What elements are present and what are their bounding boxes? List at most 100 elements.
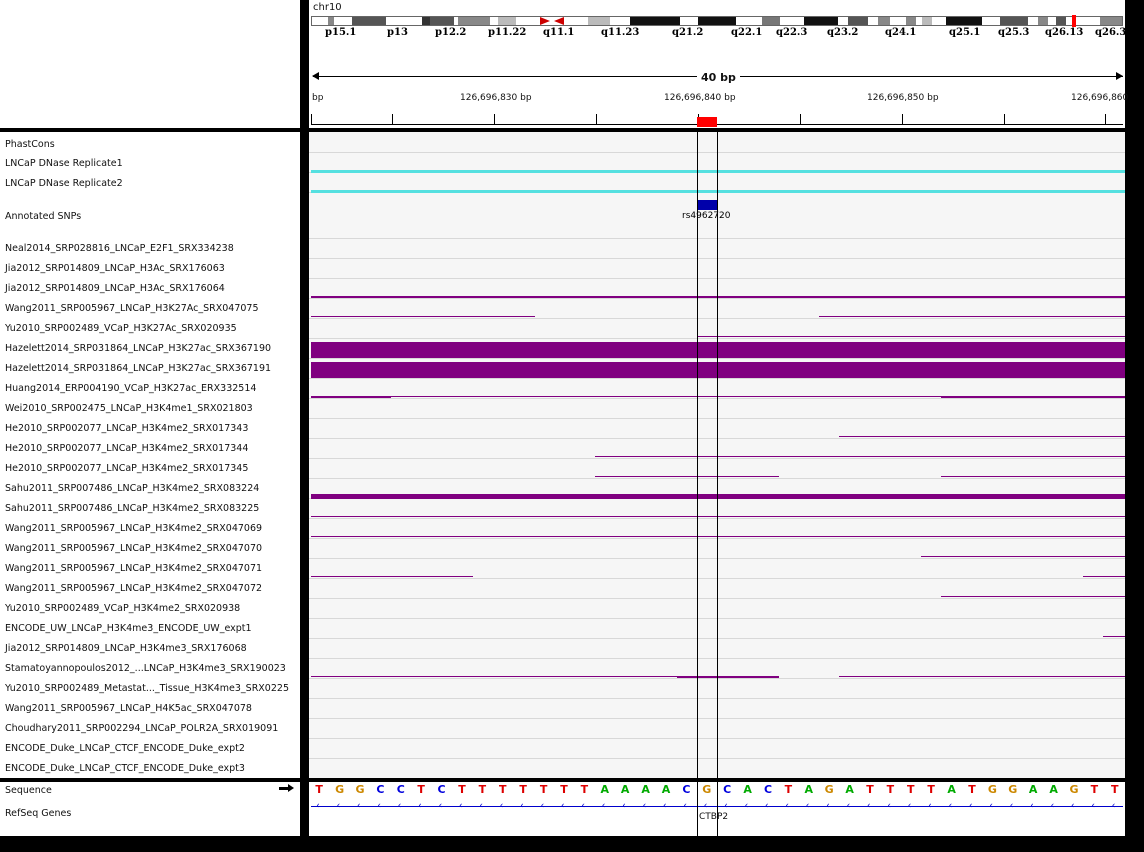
ideogram-band (762, 17, 780, 25)
track-label[interactable]: Wei2010_SRP002475_LNCaP_H3K4me1_SRX02180… (5, 403, 253, 414)
peak-signal[interactable] (311, 676, 677, 677)
sequence-base: G (1008, 783, 1018, 796)
selected-base-marker[interactable] (697, 117, 717, 127)
gene-label[interactable]: CTBP2 (699, 812, 728, 822)
peak-signal[interactable] (311, 362, 1125, 378)
peak-signal[interactable] (697, 336, 1125, 337)
peak-signal[interactable] (595, 456, 1125, 457)
peak-signal[interactable] (819, 396, 941, 397)
track-label[interactable]: He2010_SRP002077_LNCaP_H3K4me2_SRX017345 (5, 463, 248, 474)
track-label[interactable]: Jia2012_SRP014809_LNCaP_H3K4me3_SRX17606… (5, 643, 247, 654)
sequence-base: C (396, 783, 405, 796)
peak-signal[interactable] (311, 536, 1125, 537)
band-label: q22.1 (731, 27, 763, 38)
ideogram-band (698, 17, 736, 25)
snp-feature[interactable] (697, 200, 717, 210)
track-label[interactable]: Yu2010_SRP002489_VCaP_H3K27Ac_SRX020935 (5, 323, 237, 334)
ideogram-band (588, 17, 610, 25)
sequence-base: C (376, 783, 385, 796)
peak-signal[interactable] (677, 676, 779, 678)
peak-signal[interactable] (1083, 576, 1125, 577)
track-label[interactable]: Huang2014_ERP004190_VCaP_H3K27ac_ERX3325… (5, 383, 256, 394)
peak-signal[interactable] (941, 396, 1125, 398)
track-label[interactable]: Wang2011_SRP005967_LNCaP_H3K4me2_SRX0470… (5, 523, 262, 534)
sequence-base: C (723, 783, 732, 796)
ideogram-position-marker[interactable] (1072, 15, 1076, 27)
refseq-track-label[interactable]: RefSeq Genes (5, 808, 71, 819)
track-label[interactable]: Wang2011_SRP005967_LNCaP_H3K4me2_SRX0470… (5, 563, 262, 574)
peak-signal[interactable] (311, 316, 535, 317)
chromosome-name[interactable]: chr10 (313, 2, 342, 13)
peak-signal[interactable] (819, 316, 1125, 317)
strand-arrow-icon: ‹ (561, 801, 565, 811)
sequence-track-label[interactable]: Sequence (5, 785, 52, 796)
peak-signal[interactable] (311, 576, 473, 577)
sequence-base: A (1049, 783, 1058, 796)
band-label: q11.23 (601, 27, 640, 38)
peak-signal[interactable] (757, 396, 819, 397)
peak-signal[interactable] (839, 436, 1125, 437)
peak-signal[interactable] (311, 494, 1125, 499)
track-label[interactable]: ENCODE_Duke_LNCaP_CTCF_ENCODE_Duke_expt2 (5, 743, 245, 754)
sequence-base: C (682, 783, 691, 796)
track-label[interactable]: Wang2011_SRP005967_LNCaP_H3K27Ac_SRX0470… (5, 303, 259, 314)
peak-signal[interactable] (311, 516, 1125, 517)
track-label[interactable]: Jia2012_SRP014809_LNCaP_H3Ac_SRX176063 (5, 263, 225, 274)
track-label[interactable]: LNCaP DNase Replicate1 (5, 158, 123, 169)
peak-signal[interactable] (839, 676, 1125, 677)
track-label[interactable]: LNCaP DNase Replicate2 (5, 178, 123, 189)
center-guide-right (717, 132, 718, 836)
track-label[interactable]: ENCODE_UW_LNCaP_H3K4me3_ENCODE_UW_expt1 (5, 623, 252, 634)
track-label[interactable]: Hazelett2014_SRP031864_LNCaP_H3K27ac_SRX… (5, 343, 271, 354)
peak-signal[interactable] (311, 342, 1125, 358)
track-label[interactable]: Jia2012_SRP014809_LNCaP_H3Ac_SRX176064 (5, 283, 225, 294)
track-label[interactable]: Yu2010_SRP002489_VCaP_H3K4me2_SRX020938 (5, 603, 240, 614)
track-label[interactable]: Wang2011_SRP005967_LNCaP_H3K4me2_SRX0470… (5, 543, 262, 554)
peak-signal[interactable] (595, 476, 779, 477)
track-label[interactable]: Hazelett2014_SRP031864_LNCaP_H3K27ac_SRX… (5, 363, 271, 374)
band-label: p11.22 (488, 27, 527, 38)
track-label[interactable]: He2010_SRP002077_LNCaP_H3K4me2_SRX017344 (5, 443, 248, 454)
track-label[interactable]: Neal2014_SRP028816_LNCaP_E2F1_SRX334238 (5, 243, 234, 254)
ruler-label: 126,696,840 bp (664, 93, 736, 103)
track-label[interactable]: Stamatoyannopoulos2012_...LNCaP_H3K4me3_… (5, 663, 286, 674)
strand-arrow-icon: ‹ (438, 801, 443, 811)
track-label[interactable]: Wang2011_SRP005967_LNCaP_H3K4me2_SRX0470… (5, 583, 262, 594)
track-label[interactable]: Sahu2011_SRP007486_LNCaP_H3K4me2_SRX0832… (5, 503, 259, 514)
sequence-base: T (907, 783, 915, 796)
peak-signal[interactable] (921, 556, 1125, 557)
track-label[interactable]: Annotated SNPs (5, 211, 81, 222)
sequence-base: T (478, 783, 487, 796)
ruler-label: bp (312, 93, 324, 103)
track-label[interactable]: He2010_SRP002077_LNCaP_H3K4me2_SRX017343 (5, 423, 248, 434)
center-guide-left (697, 132, 698, 836)
bottom-names-panel: Sequence RefSeq Genes (0, 782, 300, 836)
ruler-label: 126,696,850 bp (867, 93, 939, 103)
ruler[interactable] (311, 114, 1123, 126)
peak-signal[interactable] (1103, 636, 1125, 637)
track-label[interactable]: Sahu2011_SRP007486_LNCaP_H3K4me2_SRX0832… (5, 483, 259, 494)
sequence-base: T (417, 783, 425, 796)
chromosome-ideogram[interactable] (311, 15, 1123, 27)
track-label[interactable]: Wang2011_SRP005967_LNCaP_H4K5ac_SRX04707… (5, 703, 252, 714)
peak-signal[interactable] (311, 396, 391, 398)
track-label[interactable]: ENCODE_Duke_LNCaP_CTCF_ENCODE_Duke_expt3 (5, 763, 245, 774)
sequence-base: T (499, 783, 507, 796)
dnase-signal[interactable] (311, 190, 1125, 193)
snp-label[interactable]: rs4962720 (682, 211, 730, 221)
sequence-base: A (804, 783, 814, 796)
peak-signal[interactable] (311, 296, 1125, 298)
peak-signal[interactable] (941, 596, 1125, 597)
strand-arrow-icon: ‹ (397, 801, 402, 811)
strand-arrow-icon: ‹ (989, 801, 993, 811)
sequence-base: T (519, 783, 527, 796)
ideogram-band (922, 17, 932, 25)
peak-signal[interactable] (391, 396, 757, 397)
track-label[interactable]: Yu2010_SRP002489_Metastat..._Tissue_H3K4… (5, 683, 289, 694)
sequence-base: T (886, 783, 895, 796)
peak-signal[interactable] (941, 476, 1125, 477)
track-label[interactable]: Choudhary2011_SRP002294_LNCaP_POLR2A_SRX… (5, 723, 278, 734)
track-label[interactable]: PhastCons (5, 139, 55, 150)
dnase-signal[interactable] (311, 170, 1125, 173)
ruler-baseline (311, 124, 1123, 125)
